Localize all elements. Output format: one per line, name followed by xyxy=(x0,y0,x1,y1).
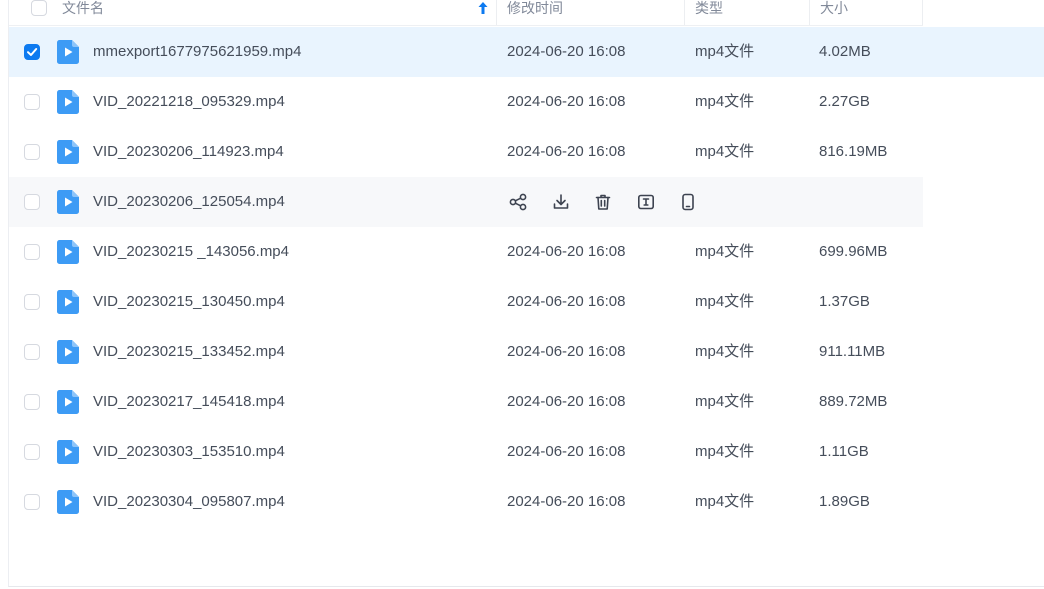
file-name[interactable]: VID_20230215_130450.mp4 xyxy=(93,292,285,312)
column-header-modified[interactable]: 修改时间 xyxy=(497,0,685,25)
video-file-icon xyxy=(57,90,79,114)
file-row[interactable]: VID_20230215_133452.mp4 2024-06-20 16:08 m… xyxy=(9,327,1044,377)
file-name[interactable]: VID_20230303_153510.mp4 xyxy=(93,442,285,462)
column-header-size[interactable]: 大小 xyxy=(810,0,923,25)
file-size: 1.37GB xyxy=(819,293,870,310)
video-file-icon xyxy=(57,290,79,314)
file-type: mp4文件 xyxy=(695,93,755,110)
file-size: 4.02MB xyxy=(819,43,871,60)
modified-time: 2024-06-20 16:08 xyxy=(507,393,626,410)
modified-time: 2024-06-20 16:08 xyxy=(507,493,626,510)
row-checkbox[interactable] xyxy=(24,194,40,210)
file-row[interactable]: VID_20230303_153510.mp4 2024-06-20 16:08 m… xyxy=(9,427,1044,477)
file-name[interactable]: mmexport1677975621959.mp4 xyxy=(93,42,301,62)
column-header-size-label: 大小 xyxy=(820,0,848,16)
file-row[interactable]: VID_20230304_095807.mp4 2024-06-20 16:08 m… xyxy=(9,477,1044,527)
video-file-icon xyxy=(57,40,79,64)
file-row[interactable]: VID_20230206_125054.mp4 xyxy=(9,177,923,227)
column-header-name[interactable]: 文件名 xyxy=(9,0,497,25)
file-type: mp4文件 xyxy=(695,343,755,360)
modified-time: 2024-06-20 16:08 xyxy=(507,343,626,360)
column-header-type-label: 类型 xyxy=(695,0,723,16)
file-size: 816.19MB xyxy=(819,143,888,160)
file-type: mp4文件 xyxy=(695,43,755,60)
file-row[interactable]: VID_20230215 _143056.mp4 2024-06-20 16:08… xyxy=(9,227,1044,277)
video-file-icon xyxy=(57,240,79,264)
row-checkbox[interactable] xyxy=(24,244,40,260)
file-size: 2.27GB xyxy=(819,93,870,110)
file-name[interactable]: VID_20230206_125054.mp4 xyxy=(93,192,285,212)
video-file-icon xyxy=(57,190,79,214)
row-checkbox[interactable] xyxy=(24,94,40,110)
file-name[interactable]: VID_20230215_133452.mp4 xyxy=(93,342,285,362)
row-checkbox[interactable] xyxy=(24,344,40,360)
row-checkbox[interactable] xyxy=(24,394,40,410)
column-header-modified-label: 修改时间 xyxy=(507,0,563,16)
file-name[interactable]: VID_20230217_145418.mp4 xyxy=(93,392,285,412)
file-size: 911.11MB xyxy=(819,343,886,360)
video-file-icon xyxy=(57,490,79,514)
video-file-icon xyxy=(57,340,79,364)
video-file-icon xyxy=(57,440,79,464)
file-type: mp4文件 xyxy=(695,393,755,410)
column-header-name-label: 文件名 xyxy=(62,0,104,16)
file-type: mp4文件 xyxy=(695,293,755,310)
video-file-icon xyxy=(57,140,79,164)
phone-icon[interactable] xyxy=(677,191,699,213)
file-type: mp4文件 xyxy=(695,143,755,160)
file-name[interactable]: VID_20230304_095807.mp4 xyxy=(93,492,285,512)
file-row[interactable]: VID_20221218_095329.mp4 2024-06-20 16:08 m… xyxy=(9,77,1044,127)
file-name[interactable]: VID_20230215 _143056.mp4 xyxy=(93,242,289,262)
sort-ascending-icon[interactable] xyxy=(477,1,489,15)
share-icon[interactable] xyxy=(507,191,529,213)
file-row[interactable]: VID_20230217_145418.mp4 2024-06-20 16:08 m… xyxy=(9,377,1044,427)
download-icon[interactable] xyxy=(550,191,572,213)
modified-time: 2024-06-20 16:08 xyxy=(507,143,626,160)
row-checkbox[interactable] xyxy=(24,444,40,460)
row-checkbox[interactable] xyxy=(24,44,40,60)
file-row[interactable]: VID_20230215_130450.mp4 2024-06-20 16:08 m… xyxy=(9,277,1044,327)
file-type: mp4文件 xyxy=(695,493,755,510)
delete-icon[interactable] xyxy=(592,191,614,213)
file-list-panel: 文件名 修改时间 类型 大小 mmexport1677975621959.mp4… xyxy=(8,0,1044,587)
file-name[interactable]: VID_20221218_095329.mp4 xyxy=(93,92,285,112)
modified-time: 2024-06-20 16:08 xyxy=(507,243,626,260)
file-row[interactable]: VID_20230206_114923.mp4 2024-06-20 16:08 m… xyxy=(9,127,1044,177)
modified-time: 2024-06-20 16:08 xyxy=(507,293,626,310)
row-checkbox[interactable] xyxy=(24,144,40,160)
column-divider[interactable] xyxy=(922,0,923,25)
rename-icon[interactable] xyxy=(635,191,657,213)
table-header: 文件名 修改时间 类型 大小 xyxy=(9,0,923,26)
modified-time: 2024-06-20 16:08 xyxy=(507,43,626,60)
file-size: 1.89GB xyxy=(819,493,870,510)
video-file-icon xyxy=(57,390,79,414)
file-type: mp4文件 xyxy=(695,243,755,260)
row-checkbox[interactable] xyxy=(24,294,40,310)
file-size: 699.96MB xyxy=(819,243,888,260)
file-name[interactable]: VID_20230206_114923.mp4 xyxy=(93,142,284,162)
modified-time: 2024-06-20 16:08 xyxy=(507,443,626,460)
row-checkbox[interactable] xyxy=(24,494,40,510)
column-header-type[interactable]: 类型 xyxy=(685,0,810,25)
file-row[interactable]: mmexport1677975621959.mp4 2024-06-20 16:0… xyxy=(9,27,1044,77)
file-type: mp4文件 xyxy=(695,443,755,460)
file-size: 889.72MB xyxy=(819,393,888,410)
file-size: 1.11GB xyxy=(819,443,869,460)
modified-time: 2024-06-20 16:08 xyxy=(507,93,626,110)
